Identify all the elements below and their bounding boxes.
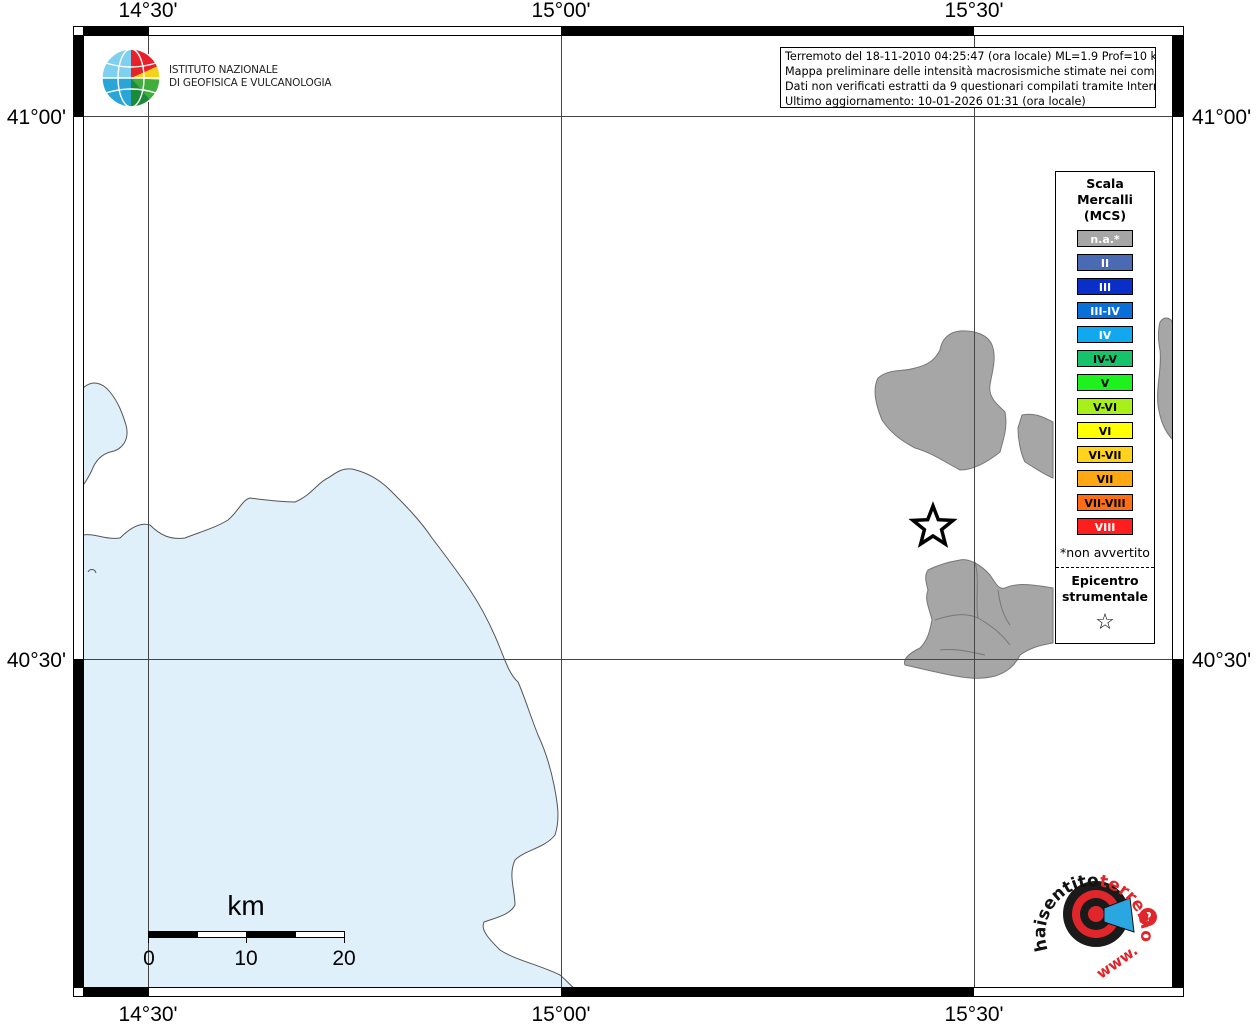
scale-tick-20: 20 xyxy=(332,947,355,970)
legend-item: VIII xyxy=(1077,518,1133,535)
legend-item: V-VI xyxy=(1077,398,1133,415)
mcs-legend: Scala Mercalli (MCS) n.a.* II III III-IV IV I… xyxy=(1055,171,1155,644)
info-line-3: Dati non verificati estratti da 9 questi… xyxy=(785,80,1156,93)
ingv-globe-icon xyxy=(101,48,161,108)
lat-label-left-2: 40°30' xyxy=(7,649,66,672)
lon-label-bottom-2: 15°00' xyxy=(531,1003,590,1024)
scale-unit: km xyxy=(227,890,264,921)
legend-item: III xyxy=(1077,278,1133,295)
legend-item: VII-VIII xyxy=(1077,494,1133,511)
legend-item: VI xyxy=(1077,422,1133,439)
info-line-2: Mappa preliminare delle intensità macros… xyxy=(785,65,1156,78)
info-line-4: Ultimo aggiornamento: 10-01-2026 01:31 (… xyxy=(785,95,1086,108)
legend-note: *non avvertito xyxy=(1060,545,1150,560)
lon-label-top-3: 15°30' xyxy=(944,0,1003,22)
ingv-line2: DI GEOFISICA E VULCANOLOGIA xyxy=(169,77,332,89)
lon-label-bottom-1: 14°30' xyxy=(118,1003,177,1024)
legend-item: VII xyxy=(1077,470,1133,487)
lon-label-top-2: 15°00' xyxy=(531,0,590,22)
legend-star-icon: ☆ xyxy=(1095,610,1115,635)
lat-label-right-2: 40°30' xyxy=(1192,649,1251,672)
scale-tick-10: 10 xyxy=(234,947,257,970)
legend-item: IV-V xyxy=(1077,350,1133,367)
legend-item: IV xyxy=(1077,326,1133,343)
legend-item: VI-VII xyxy=(1077,446,1133,463)
legend-item: III-IV xyxy=(1077,302,1133,319)
lat-label-left-1: 41°00' xyxy=(7,106,66,129)
legend-epicentro: Epicentro strumentale xyxy=(1061,573,1149,604)
legend-item: II xyxy=(1077,254,1133,271)
legend-item: V xyxy=(1077,374,1133,391)
info-line-1: Terremoto del 18-11-2010 04:25:47 (ora l… xyxy=(785,50,1156,63)
lon-label-top-1: 14°30' xyxy=(118,0,177,22)
scale-tick-0: 0 xyxy=(143,947,155,970)
lat-label-right-1: 41°00' xyxy=(1192,106,1251,129)
legend-item: n.a.* xyxy=(1077,230,1133,247)
legend-items: n.a.* II III III-IV IV IV-V V V-VI VI VI-VII VII VI… xyxy=(1056,230,1154,535)
lon-label-bottom-3: 15°30' xyxy=(944,1003,1003,1024)
event-info-box: Terremoto del 18-11-2010 04:25:47 (ora l… xyxy=(780,47,1156,108)
ingv-logo-text: ISTITUTO NAZIONALE DI GEOFISICA E VULCAN… xyxy=(169,64,332,90)
legend-separator xyxy=(1056,567,1154,568)
ingv-line1: ISTITUTO NAZIONALE xyxy=(169,64,278,76)
legend-title: Scala Mercalli (MCS) xyxy=(1077,176,1133,223)
